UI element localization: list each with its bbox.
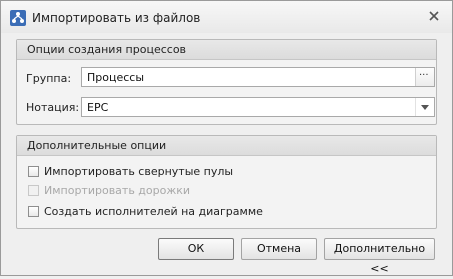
import-dialog: Импортировать из файлов Опции создания п… xyxy=(0,0,453,276)
process-network-icon xyxy=(10,10,26,26)
process-options-title: Опции создания процессов xyxy=(27,43,187,56)
additional-options-title: Дополнительные опции xyxy=(27,139,167,152)
close-icon[interactable] xyxy=(427,9,441,23)
more-options-button[interactable]: Дополнительно << xyxy=(324,238,435,275)
ok-button[interactable]: ОК xyxy=(158,238,234,260)
title-bar: Импортировать из файлов xyxy=(1,1,452,33)
create-performers-label: Создать исполнителей на диаграмме xyxy=(44,205,263,218)
cancel-button[interactable]: Отмена xyxy=(241,238,317,260)
notation-select[interactable]: EPC xyxy=(81,97,435,117)
group-value: Процессы xyxy=(87,71,145,84)
additional-options-group: Дополнительные опции Импортировать сверн… xyxy=(16,135,437,229)
import-lanes-checkbox xyxy=(28,185,39,196)
notation-value: EPC xyxy=(87,101,109,114)
notation-label: Нотация: xyxy=(26,101,80,114)
dialog-title: Импортировать из файлов xyxy=(32,11,201,25)
import-collapsed-pools-checkbox[interactable] xyxy=(28,166,39,177)
chevron-down-icon xyxy=(421,105,429,110)
process-options-header: Опции создания процессов xyxy=(17,40,436,60)
notation-dropdown-button[interactable] xyxy=(415,98,434,116)
group-label: Группа: xyxy=(26,72,72,85)
import-collapsed-pools-label: Импортировать свернутые пулы xyxy=(44,165,234,178)
group-field[interactable]: Процессы ··· xyxy=(81,67,435,87)
ellipsis-icon: ··· xyxy=(419,70,429,81)
create-performers-checkbox[interactable] xyxy=(28,206,39,217)
additional-options-header: Дополнительные опции xyxy=(17,136,436,156)
process-options-group: Опции создания процессов Группа: Процесс… xyxy=(16,39,437,125)
import-lanes-label: Импортировать дорожки xyxy=(44,184,191,197)
group-browse-button[interactable]: ··· xyxy=(415,68,434,86)
